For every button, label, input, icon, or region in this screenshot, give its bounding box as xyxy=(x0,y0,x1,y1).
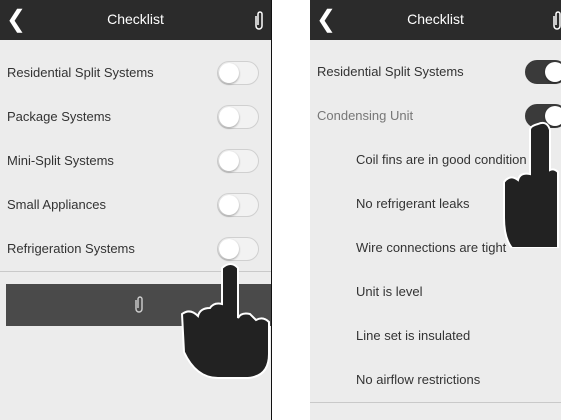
checklist-screen-left: ❮ Checklist Residential Split Systems Pa… xyxy=(0,0,272,420)
paperclip-icon xyxy=(255,11,263,30)
header-bar: ❮ Checklist xyxy=(0,0,271,40)
page-title: Checklist xyxy=(107,11,164,27)
item-label: Wire connections are tight xyxy=(356,240,507,255)
item-label: Residential Split Systems xyxy=(7,65,154,80)
toggle-switch[interactable] xyxy=(217,149,259,173)
item-label: Mini-Split Systems xyxy=(7,153,114,168)
checklist-item[interactable]: No airflow restrictions xyxy=(310,358,561,403)
toggle-switch[interactable] xyxy=(525,60,561,84)
checklist-screen-right: ❮ Checklist Residential Split Systems Co… xyxy=(310,0,561,420)
list-item[interactable]: Residential Split Systems xyxy=(0,51,271,96)
item-label: Line set is insulated xyxy=(356,328,471,343)
toggle-switch[interactable] xyxy=(217,61,259,85)
toggle-knob xyxy=(219,239,239,259)
paperclip-icon xyxy=(553,11,561,30)
item-label: Small Appliances xyxy=(7,197,106,212)
list-item[interactable]: Mini-Split Systems xyxy=(0,139,271,184)
list-item[interactable]: Small Appliances xyxy=(0,183,271,228)
toggle-switch[interactable] xyxy=(217,193,259,217)
list-item[interactable]: Package Systems xyxy=(0,95,271,140)
page-title: Checklist xyxy=(407,11,464,27)
toggle-knob xyxy=(219,151,239,171)
item-label: Residential Split Systems xyxy=(317,64,464,79)
pointing-hand-icon xyxy=(180,263,270,379)
toggle-switch[interactable] xyxy=(217,105,259,129)
toggle-knob xyxy=(545,62,561,82)
item-label: Package Systems xyxy=(7,109,112,124)
toggle-knob xyxy=(219,63,239,83)
paperclip-icon xyxy=(134,296,143,313)
attachment-button[interactable] xyxy=(551,8,561,32)
item-label: No refrigerant leaks xyxy=(356,196,470,211)
toggle-knob xyxy=(219,107,239,127)
item-label: Unit is level xyxy=(356,284,423,299)
header-bar: ❮ Checklist xyxy=(310,0,561,40)
toggle-knob xyxy=(219,195,239,215)
checklist-item[interactable]: Unit is level xyxy=(310,270,561,315)
item-label: No airflow restrictions xyxy=(356,372,481,387)
checklist-item[interactable]: Line set is insulated xyxy=(310,314,561,359)
item-label: Coil fins are in good condition xyxy=(356,152,527,167)
attachment-button[interactable] xyxy=(253,8,265,32)
item-label: Condensing Unit xyxy=(317,108,414,123)
pointing-hand-icon xyxy=(503,121,559,248)
item-label: Refrigeration Systems xyxy=(7,241,135,256)
list-item[interactable]: Residential Split Systems xyxy=(310,50,561,95)
